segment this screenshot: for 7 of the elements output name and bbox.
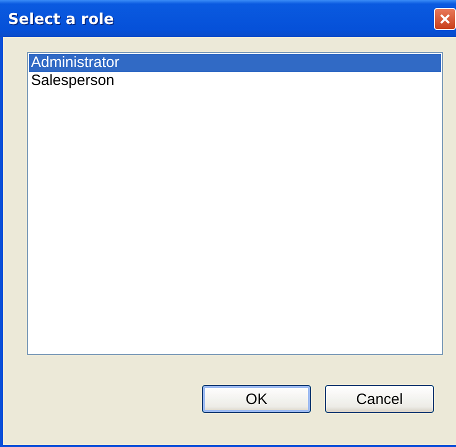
list-item[interactable]: Salesperson — [29, 72, 441, 90]
close-icon — [439, 12, 451, 24]
dialog-button[interactable]: Cancel — [325, 385, 434, 413]
list-item[interactable]: Administrator — [29, 54, 441, 72]
close-button[interactable] — [434, 8, 456, 30]
dialog-button[interactable]: OK — [202, 385, 311, 413]
window-title: Select a role — [8, 10, 114, 28]
